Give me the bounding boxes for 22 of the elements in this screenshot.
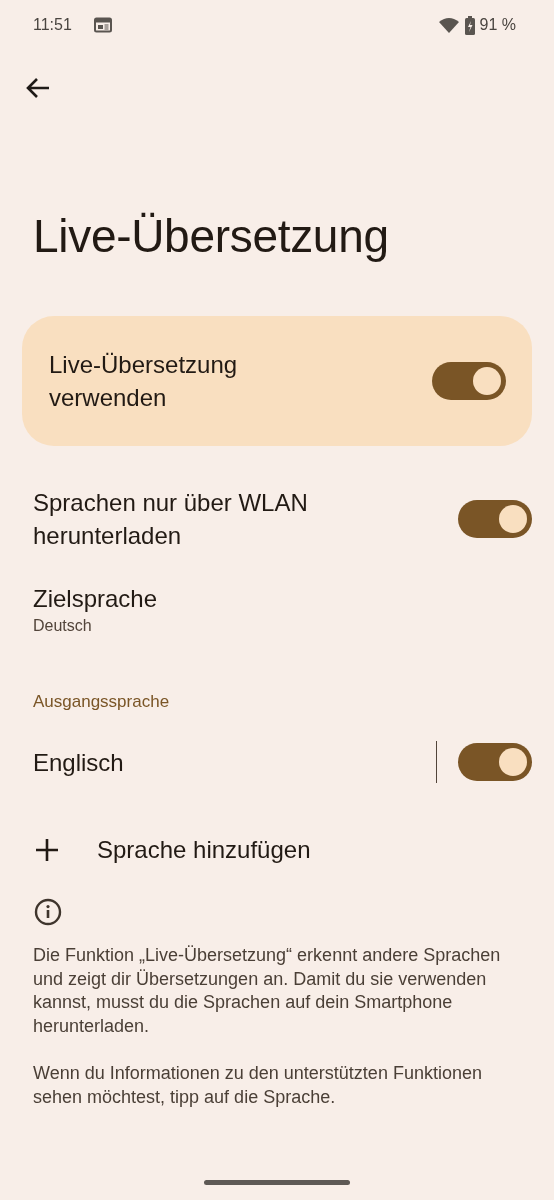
- wifi-icon: [438, 16, 459, 34]
- battery-percentage: 91 %: [479, 16, 516, 34]
- main-switch-card[interactable]: Live-Übersetzung verwenden: [22, 316, 532, 446]
- setting-value: Deutsch: [33, 617, 93, 635]
- battery-icon: [464, 15, 475, 35]
- status-time: 11:51: [33, 16, 72, 34]
- add-language-button[interactable]: Sprache hinzufügen: [0, 822, 554, 878]
- section-header: Ausgangssprache: [32, 691, 171, 713]
- toggle-switch[interactable]: [458, 500, 532, 538]
- toggle-switch[interactable]: [432, 362, 506, 400]
- info-paragraph: Die Funktion „Live-Übersetzung“ erkennt andere Sprachen und zeigt dir Übersetzungen an. Damit du sie verwenden kannst, musst du die Sprachen auf dein Smartphone herunterladen.: [33, 944, 502, 1038]
- setting-item[interactable]: Zielsprache Deutsch: [0, 582, 554, 652]
- info-icon: [34, 898, 62, 926]
- language-label[interactable]: Englisch: [33, 745, 436, 779]
- setting-label: Sprachen nur über WLAN herunterladen: [33, 488, 309, 551]
- setting-label: Zielsprache: [33, 584, 159, 614]
- info-paragraph: Wenn du Informationen zu den unterstützten Funktionen sehen möchtest, tipp auf die Sprache.: [33, 1062, 483, 1109]
- calendar-icon: [93, 17, 112, 33]
- plus-icon: [33, 836, 61, 864]
- switch-label: Live-Übersetzung verwenden: [49, 350, 239, 413]
- toggle-switch[interactable]: [458, 743, 532, 781]
- page-title: Live-Übersetzung: [32, 209, 390, 264]
